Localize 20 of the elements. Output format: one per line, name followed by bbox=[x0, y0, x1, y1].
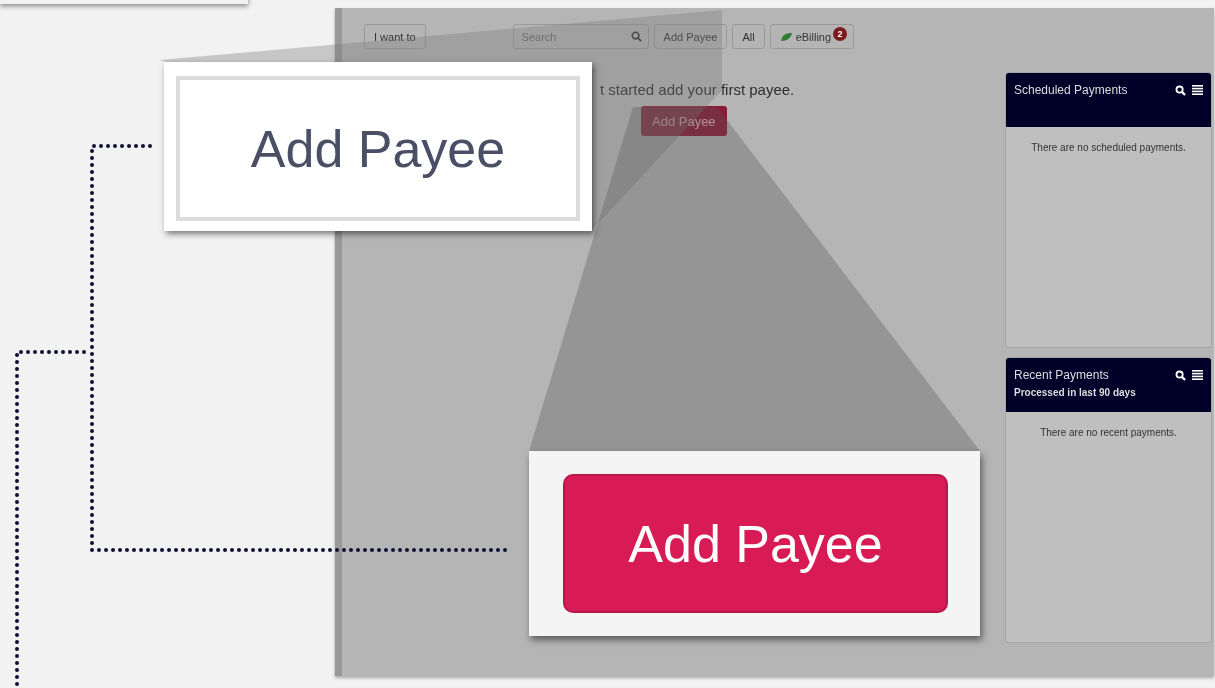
panel-title: Recent Payments bbox=[1014, 368, 1110, 382]
zoomed-add-payee-button[interactable]: Add Payee bbox=[563, 474, 948, 613]
panel-title: Scheduled Payments bbox=[1014, 83, 1129, 97]
menu-button[interactable]: I want to bbox=[364, 24, 426, 49]
ebilling-button[interactable]: eBilling 2 bbox=[769, 24, 855, 49]
leaf-icon bbox=[779, 31, 793, 42]
menu-icon[interactable] bbox=[1192, 85, 1203, 95]
toolbar-button[interactable]: All bbox=[732, 24, 765, 49]
empty-text: There are no scheduled payments. bbox=[1031, 142, 1186, 155]
panel-subtitle: Processed in last 90 days bbox=[1014, 387, 1137, 398]
notification-badge: 2 bbox=[833, 27, 848, 41]
search-icon bbox=[630, 31, 642, 42]
add-payee-button[interactable]: Add Payee bbox=[641, 106, 727, 136]
zoomed-button-label: Add Payee bbox=[250, 118, 506, 179]
menu-icon[interactable] bbox=[1192, 370, 1203, 380]
search-icon[interactable] bbox=[1175, 370, 1186, 381]
search-icon[interactable] bbox=[1175, 85, 1186, 96]
empty-message: t started add your first payee. bbox=[600, 81, 795, 98]
toolbar-button[interactable]: Add Payee bbox=[653, 24, 728, 49]
empty-text: There are no recent payments. bbox=[1040, 427, 1177, 440]
